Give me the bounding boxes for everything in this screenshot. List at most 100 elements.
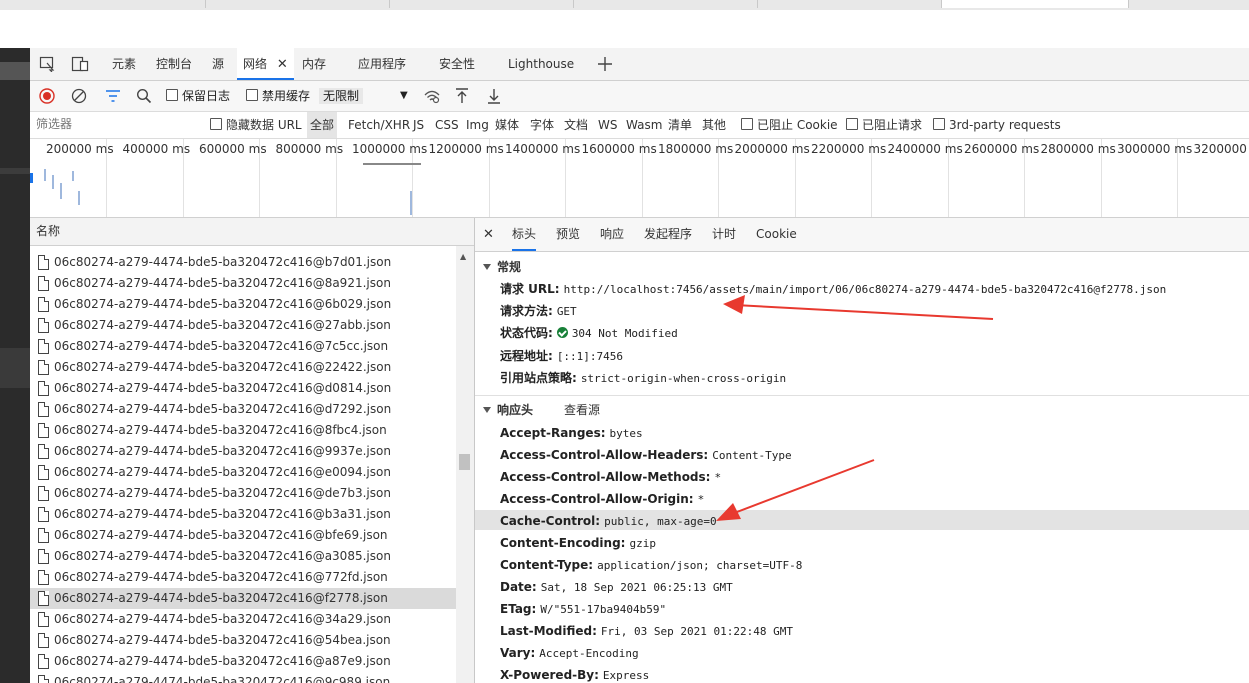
request-row[interactable]: 06c80274-a279-4474-bde5-ba320472c416@b3a… — [30, 504, 456, 525]
hide-data-urls-label: 隐藏数据 URL — [226, 118, 302, 132]
filter-input[interactable] — [34, 115, 198, 133]
browser-tab[interactable] — [574, 0, 758, 8]
request-row[interactable]: 06c80274-a279-4474-bde5-ba320472c416@a87… — [30, 651, 456, 672]
blocked-cookies-checkbox[interactable]: 已阻止 Cookie — [741, 112, 838, 138]
request-row[interactable]: 06c80274-a279-4474-bde5-ba320472c416@27a… — [30, 315, 456, 336]
tab-preview[interactable]: 预览 — [556, 218, 580, 251]
network-toolbar: 保留日志 禁用缓存 无限制 ▼ — [30, 81, 1249, 112]
status-code-label: 状态代码: — [500, 326, 553, 340]
type-filter-media[interactable]: 媒体 — [495, 112, 519, 138]
file-icon — [38, 591, 49, 606]
request-row[interactable]: 06c80274-a279-4474-bde5-ba320472c416@d72… — [30, 399, 456, 420]
file-icon — [38, 423, 49, 438]
request-row[interactable]: 06c80274-a279-4474-bde5-ba320472c416@9c9… — [30, 672, 456, 683]
request-row[interactable]: 06c80274-a279-4474-bde5-ba320472c416@bfe… — [30, 525, 456, 546]
scrollbar-thumb[interactable] — [459, 454, 470, 470]
type-filter-js[interactable]: JS — [413, 112, 424, 138]
type-filter-other[interactable]: 其他 — [702, 112, 726, 138]
search-icon[interactable] — [136, 88, 152, 104]
request-row[interactable]: 06c80274-a279-4474-bde5-ba320472c416@de7… — [30, 483, 456, 504]
view-source-link[interactable]: 查看源 — [564, 401, 600, 418]
request-row[interactable]: 06c80274-a279-4474-bde5-ba320472c416@993… — [30, 441, 456, 462]
browser-tab[interactable] — [758, 0, 942, 8]
tab-headers[interactable]: 标头 — [512, 218, 537, 251]
request-row[interactable]: 06c80274-a279-4474-bde5-ba320472c416@b7d… — [30, 252, 456, 273]
add-tab-icon[interactable] — [597, 56, 613, 72]
file-icon — [38, 276, 49, 291]
response-headers-section-toggle[interactable]: 响应头 — [483, 401, 533, 418]
tab-console[interactable]: 控制台 — [156, 48, 192, 80]
inspect-element-icon[interactable] — [39, 56, 55, 72]
request-row[interactable]: 06c80274-a279-4474-bde5-ba320472c416@d08… — [30, 378, 456, 399]
throttling-select[interactable]: 无限制 ▼ — [319, 81, 411, 111]
checkbox-box — [741, 118, 753, 130]
device-toolbar-icon[interactable] — [71, 56, 89, 72]
type-filter-ws[interactable]: WS — [598, 112, 617, 138]
request-list-scrollbar[interactable]: ▲ — [456, 246, 474, 683]
request-name: 06c80274-a279-4474-bde5-ba320472c416@bfe… — [54, 528, 388, 542]
request-row[interactable]: 06c80274-a279-4474-bde5-ba320472c416@f27… — [30, 588, 456, 609]
third-party-checkbox[interactable]: 3rd-party requests — [933, 112, 1061, 138]
request-row[interactable]: 06c80274-a279-4474-bde5-ba320472c416@7c5… — [30, 336, 456, 357]
type-filter-css[interactable]: CSS — [435, 112, 459, 138]
general-section-toggle[interactable]: 常规 — [483, 258, 521, 275]
file-icon — [38, 381, 49, 396]
stop-recording-icon[interactable] — [39, 88, 55, 104]
tab-cookies[interactable]: Cookie — [756, 218, 797, 251]
preserve-log-checkbox[interactable]: 保留日志 — [166, 81, 230, 111]
type-filter-wasm[interactable]: Wasm — [626, 112, 662, 138]
request-method-label: 请求方法: — [500, 304, 553, 318]
headers-pane: 常规 请求 URL: http://localhost:7456/assets/m… — [475, 252, 1249, 683]
import-har-icon[interactable] — [454, 87, 470, 105]
request-row[interactable]: 06c80274-a279-4474-bde5-ba320472c416@8fb… — [30, 420, 456, 441]
type-filter-doc[interactable]: 文档 — [564, 112, 588, 138]
browser-tab-active[interactable] — [942, 0, 1129, 8]
file-icon — [38, 528, 49, 543]
tab-response[interactable]: 响应 — [600, 218, 624, 251]
request-row[interactable]: 06c80274-a279-4474-bde5-ba320472c416@6b0… — [30, 294, 456, 315]
throttling-value: 无限制 — [319, 88, 364, 104]
request-row[interactable]: 06c80274-a279-4474-bde5-ba320472c416@224… — [30, 357, 456, 378]
type-filter-manifest[interactable]: 清单 — [668, 112, 692, 138]
tab-sources[interactable]: 源 — [212, 48, 224, 80]
type-filter-all[interactable]: 全部 — [307, 112, 338, 138]
header-value: Fri, 03 Sep 2021 01:22:48 GMT — [600, 625, 793, 638]
request-row[interactable]: 06c80274-a279-4474-bde5-ba320472c416@a30… — [30, 546, 456, 567]
export-har-icon[interactable] — [486, 87, 502, 105]
checkbox-box — [210, 118, 222, 130]
scroll-up-arrow-icon[interactable]: ▲ — [460, 252, 466, 261]
request-url-label: 请求 URL: — [500, 282, 560, 296]
overview-timeline[interactable]: 200000 ms 400000 ms 600000 ms 800000 ms 1000… — [30, 139, 1249, 218]
name-column-header[interactable]: 名称 — [36, 218, 60, 245]
blocked-requests-checkbox[interactable]: 已阻止请求 — [846, 112, 922, 138]
tab-timing[interactable]: 计时 — [712, 218, 736, 251]
clear-icon[interactable] — [71, 88, 87, 104]
tab-elements[interactable]: 元素 — [112, 48, 136, 80]
filter-icon[interactable] — [105, 89, 121, 103]
timeline-tick-label: 3200000 ms — [1193, 142, 1249, 156]
close-details-icon[interactable]: ✕ — [483, 218, 494, 251]
disable-cache-checkbox[interactable]: 禁用缓存 — [246, 81, 310, 111]
browser-tab[interactable] — [206, 0, 390, 8]
browser-tab[interactable] — [390, 0, 574, 8]
hide-data-urls-checkbox[interactable]: 隐藏数据 URL — [210, 112, 302, 138]
tab-initiator[interactable]: 发起程序 — [644, 218, 692, 251]
type-filter-font[interactable]: 字体 — [530, 112, 554, 138]
request-row[interactable]: 06c80274-a279-4474-bde5-ba320472c416@e00… — [30, 462, 456, 483]
tab-lighthouse[interactable]: Lighthouse — [508, 48, 574, 80]
tab-network[interactable]: 网络 ✕ — [237, 48, 294, 80]
request-name: 06c80274-a279-4474-bde5-ba320472c416@54b… — [54, 633, 391, 647]
request-row[interactable]: 06c80274-a279-4474-bde5-ba320472c416@34a… — [30, 609, 456, 630]
type-filter-img[interactable]: Img — [466, 112, 489, 138]
tab-memory[interactable]: 内存 — [302, 48, 326, 80]
network-conditions-icon[interactable] — [423, 88, 441, 104]
file-icon — [38, 360, 49, 375]
request-row[interactable]: 06c80274-a279-4474-bde5-ba320472c416@772… — [30, 567, 456, 588]
request-row[interactable]: 06c80274-a279-4474-bde5-ba320472c416@54b… — [30, 630, 456, 651]
tab-application[interactable]: 应用程序 — [358, 48, 406, 80]
type-filter-fetch-xhr[interactable]: Fetch/XHR — [348, 112, 410, 138]
tab-security[interactable]: 安全性 — [439, 48, 475, 80]
close-tab-icon[interactable]: ✕ — [277, 57, 288, 72]
browser-tab[interactable] — [0, 0, 206, 8]
request-row[interactable]: 06c80274-a279-4474-bde5-ba320472c416@8a9… — [30, 273, 456, 294]
